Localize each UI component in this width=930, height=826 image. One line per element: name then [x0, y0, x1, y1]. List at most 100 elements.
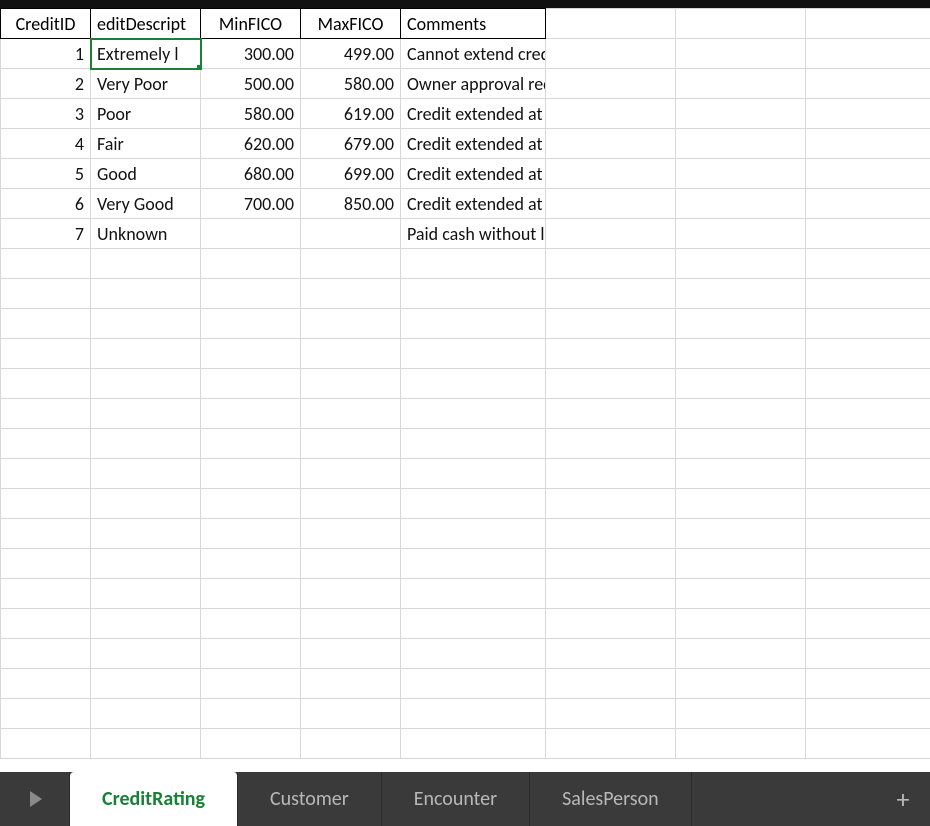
cell-empty[interactable] — [91, 669, 201, 699]
cell-empty[interactable] — [401, 249, 546, 279]
cell-empty[interactable] — [401, 429, 546, 459]
cell-creditid[interactable]: 5 — [1, 159, 91, 189]
cell-empty[interactable] — [401, 309, 546, 339]
cell-empty[interactable] — [91, 339, 201, 369]
cell-empty[interactable] — [401, 699, 546, 729]
cell-empty[interactable] — [806, 699, 930, 729]
cell-empty[interactable] — [806, 249, 930, 279]
cell-empty[interactable] — [91, 399, 201, 429]
cell-empty[interactable] — [201, 399, 301, 429]
cell-empty[interactable] — [201, 309, 301, 339]
cell-empty[interactable] — [401, 669, 546, 699]
cell-empty[interactable] — [546, 519, 676, 549]
cell-empty[interactable] — [806, 159, 930, 189]
cell-minfico[interactable]: 580.00 — [201, 99, 301, 129]
cell-empty[interactable] — [676, 129, 806, 159]
cell-empty[interactable] — [91, 729, 201, 759]
column-header[interactable]: CreditID — [1, 9, 91, 39]
cell-comments[interactable]: Paid cash without looking into financing… — [401, 219, 546, 249]
cell-empty[interactable] — [301, 459, 401, 489]
cell-empty[interactable] — [201, 609, 301, 639]
cell-empty[interactable] — [806, 279, 930, 309]
cell-maxfico[interactable]: 850.00 — [301, 189, 401, 219]
cell-empty[interactable] — [1, 309, 91, 339]
cell-empty[interactable] — [1, 669, 91, 699]
cell-empty[interactable] — [546, 369, 676, 399]
cell-empty[interactable] — [201, 339, 301, 369]
cell-empty[interactable] — [806, 729, 930, 759]
cell-empty[interactable] — [301, 279, 401, 309]
cell-empty[interactable] — [546, 189, 676, 219]
cell-empty[interactable] — [546, 729, 676, 759]
cell-maxfico[interactable]: 619.00 — [301, 99, 401, 129]
cell-empty[interactable] — [806, 429, 930, 459]
cell-minfico[interactable]: 300.00 — [201, 39, 301, 69]
cell-empty[interactable] — [806, 639, 930, 669]
cell-empty[interactable] — [401, 549, 546, 579]
cell-empty[interactable] — [546, 69, 676, 99]
cell-empty[interactable] — [301, 549, 401, 579]
cell-empty[interactable] — [676, 159, 806, 189]
cell-empty[interactable] — [201, 369, 301, 399]
cell-empty[interactable] — [401, 639, 546, 669]
cell-creditid[interactable]: 7 — [1, 219, 91, 249]
cell-empty[interactable] — [546, 279, 676, 309]
cell-empty[interactable] — [676, 399, 806, 429]
cell-empty[interactable] — [201, 489, 301, 519]
cell-empty[interactable] — [401, 369, 546, 399]
cell-empty[interactable] — [201, 579, 301, 609]
cell-empty[interactable] — [676, 369, 806, 399]
cell-empty[interactable] — [401, 729, 546, 759]
cell-empty[interactable] — [546, 39, 676, 69]
cell-empty[interactable] — [91, 279, 201, 309]
cell-empty[interactable] — [546, 339, 676, 369]
cell-maxfico[interactable] — [301, 219, 401, 249]
cell-empty[interactable] — [546, 99, 676, 129]
cell-empty[interactable] — [1, 399, 91, 429]
cell-empty[interactable] — [91, 579, 201, 609]
cell-empty[interactable] — [201, 549, 301, 579]
cell-maxfico[interactable]: 499.00 — [301, 39, 401, 69]
cell-empty[interactable] — [806, 399, 930, 429]
cell-empty[interactable] — [546, 579, 676, 609]
cell-empty[interactable] — [676, 429, 806, 459]
cell-empty[interactable] — [546, 489, 676, 519]
cell-empty[interactable] — [676, 699, 806, 729]
cell-empty[interactable] — [546, 9, 676, 39]
cell-empty[interactable] — [301, 309, 401, 339]
cell-empty[interactable] — [676, 639, 806, 669]
cell-empty[interactable] — [201, 519, 301, 549]
cell-description[interactable]: Fair — [91, 129, 201, 159]
cell-maxfico[interactable]: 580.00 — [301, 69, 401, 99]
cell-creditid[interactable]: 6 — [1, 189, 91, 219]
cell-empty[interactable] — [676, 729, 806, 759]
cell-empty[interactable] — [91, 459, 201, 489]
cell-empty[interactable] — [806, 489, 930, 519]
cell-empty[interactable] — [201, 729, 301, 759]
cell-empty[interactable] — [806, 609, 930, 639]
sheet-tab-salesperson[interactable]: SalesPerson — [530, 772, 692, 826]
cell-empty[interactable] — [301, 639, 401, 669]
cell-empty[interactable] — [806, 129, 930, 159]
column-header[interactable]: MinFICO — [201, 9, 301, 39]
cell-empty[interactable] — [546, 459, 676, 489]
sheet-tab-creditrating[interactable]: CreditRating — [70, 772, 238, 826]
cell-empty[interactable] — [676, 189, 806, 219]
cell-empty[interactable] — [676, 519, 806, 549]
cell-minfico[interactable]: 700.00 — [201, 189, 301, 219]
column-header[interactable]: MaxFICO — [301, 9, 401, 39]
cell-empty[interactable] — [201, 249, 301, 279]
cell-empty[interactable] — [201, 669, 301, 699]
column-header[interactable]: Comments — [401, 9, 546, 39]
cell-description[interactable]: Unknown — [91, 219, 201, 249]
cell-empty[interactable] — [1, 339, 91, 369]
cell-empty[interactable] — [676, 669, 806, 699]
cell-empty[interactable] — [201, 429, 301, 459]
cell-empty[interactable] — [1, 609, 91, 639]
cell-maxfico[interactable]: 699.00 — [301, 159, 401, 189]
cell-empty[interactable] — [546, 249, 676, 279]
sheet-tab-encounter[interactable]: Encounter — [382, 772, 530, 826]
cell-empty[interactable] — [91, 489, 201, 519]
cell-empty[interactable] — [676, 609, 806, 639]
cell-empty[interactable] — [401, 339, 546, 369]
